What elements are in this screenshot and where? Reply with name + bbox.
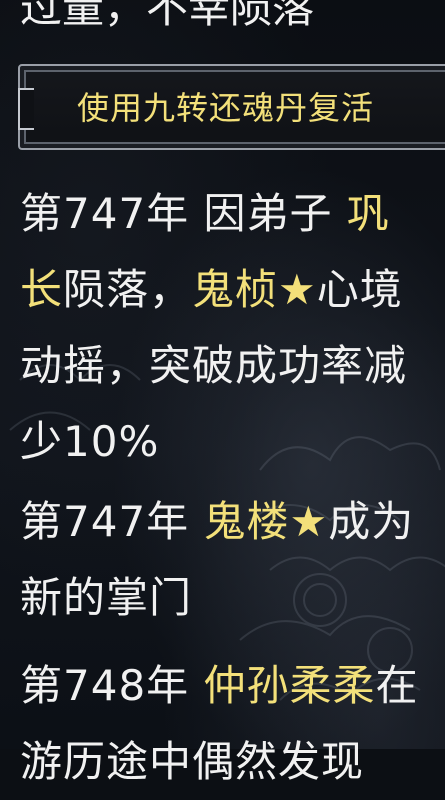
revive-with-pill-button[interactable]: 使用九转还魂丹复活 <box>18 64 445 150</box>
star-icon: ★ <box>289 497 329 546</box>
event-entry: 第748年 仲孙柔柔在游历途中偶然发现 <box>20 648 431 800</box>
character-name[interactable]: 鬼桢 <box>192 265 278 314</box>
previous-entry-tail: 过量，不幸陨落 <box>20 0 315 32</box>
entry-text: 因弟子 <box>189 189 347 238</box>
revive-button-label: 使用九转还魂丹复活 <box>77 89 375 127</box>
entry-year: 第748年 <box>20 661 190 710</box>
entry-text: 陨落， <box>63 265 193 314</box>
entry-year: 第747年 <box>20 497 190 546</box>
character-name[interactable]: 仲孙柔柔 <box>204 661 376 710</box>
event-entry: 第747年 因弟子 巩长陨落，鬼桢★心境动摇，突破成功率减少10% <box>20 176 431 480</box>
star-icon: ★ <box>278 265 317 314</box>
entry-text <box>189 661 203 710</box>
character-name[interactable]: 鬼楼 <box>204 497 290 546</box>
entry-year: 第747年 <box>20 189 190 238</box>
event-entry: 第747年 鬼楼★成为新的掌门 <box>20 484 431 636</box>
entry-text <box>189 497 203 546</box>
